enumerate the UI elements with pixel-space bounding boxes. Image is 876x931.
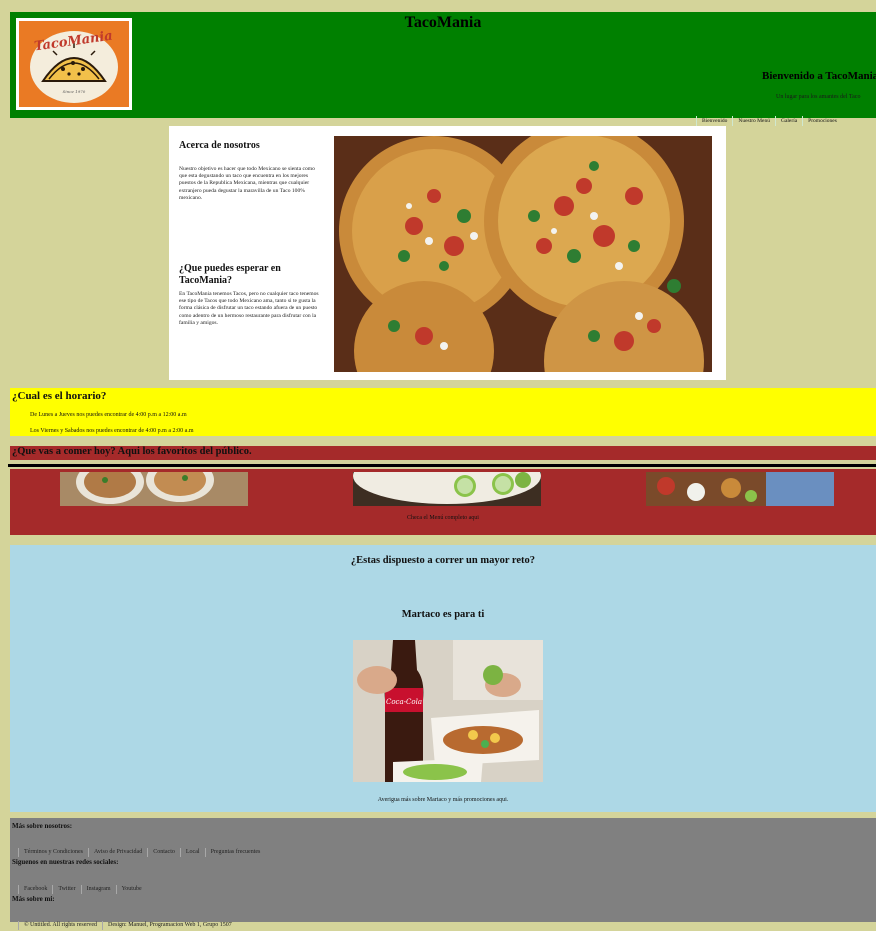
expect-title: ¿Que puedes esperar en TacoMania? xyxy=(179,263,281,286)
favorites-gallery: Checa el Menú completo aqui xyxy=(10,469,876,535)
site-header: TacoMania Since 1970 TacoMania Bienvenid… xyxy=(10,12,876,126)
tacos-photo xyxy=(334,136,712,372)
expect-paragraph: En TacoMania tenemos Tacos, pero no cual… xyxy=(179,291,319,326)
logo-tagline: Since 1970 xyxy=(63,89,86,94)
martaco-link[interactable]: Averigua más sobre Martaco y más promoci… xyxy=(10,797,876,803)
martaco-section: ¿Estas dispuesto a correr un mayor reto?… xyxy=(10,545,876,812)
schedule-section: ¿Cual es el horario? De Lunes a Jueves n… xyxy=(10,388,876,436)
about-paragraph: Nuestro objetivo es hacer que todo Mexic… xyxy=(179,166,315,201)
footer-link-contacto[interactable]: Contacto xyxy=(147,848,180,857)
footer-link-privacidad[interactable]: Aviso de Privacidad xyxy=(88,848,147,857)
coca-cola-label: Coca-Cola xyxy=(386,698,422,706)
footer-credits: © Untitled. All rights reserved Design: M… xyxy=(18,913,237,931)
taco-logo-icon: TacoMania Since 1970 xyxy=(30,29,118,103)
nav-item-galeria[interactable]: Galería xyxy=(774,116,802,126)
footer-about-links: Términos y Condiciones Aviso de Privacida… xyxy=(18,840,265,858)
nav-item-menu[interactable]: Nuestro Menú xyxy=(732,116,775,126)
divider xyxy=(8,464,876,467)
main-nav: Bienvenido Nuestro Menú Galería Promociones xyxy=(696,109,842,127)
footer-social-links: Facebook Twitter Instagram Youtube xyxy=(18,877,147,895)
welcome-title: Bienvenido a TacoMania xyxy=(762,70,876,82)
footer-link-local[interactable]: Local xyxy=(179,848,205,857)
footer-design-credit: Design: Manuel, Programacion Web 1, Grup… xyxy=(102,921,237,930)
footer-link-faq[interactable]: Preguntas frecuentes xyxy=(204,848,266,857)
full-menu-link[interactable]: Checa el Menú completo aqui xyxy=(10,515,876,521)
footer-copyright: © Untitled. All rights reserved xyxy=(18,921,102,930)
about-section: Acerca de nosotros Nuestro objetivo es h… xyxy=(169,126,726,380)
schedule-title: ¿Cual es el horario? xyxy=(12,390,107,402)
schedule-line-weekdays: De Lunes a Jueves nos puedes encontrar d… xyxy=(30,412,187,418)
favorites-title: ¿Que vas a comer hoy? Aqui los favoritos… xyxy=(12,446,252,457)
challenge-title: ¿Estas dispuesto a correr un mayor reto? xyxy=(350,555,536,566)
about-title: Acerca de nosotros xyxy=(179,140,260,151)
nav-item-bienvenido[interactable]: Bienvenido xyxy=(696,116,732,126)
footer-social-title: Siguenos en nuestras redes sociales: xyxy=(12,858,119,866)
footer-link-terminos[interactable]: Términos y Condiciones xyxy=(18,848,88,857)
martaco-photo: Coca-Cola xyxy=(353,640,543,782)
welcome-subtitle: Un lugar para los amantes del Taco xyxy=(776,94,861,100)
favorite-dish-photo[interactable] xyxy=(646,472,834,506)
footer-link-twitter[interactable]: Twitter xyxy=(52,885,80,894)
footer-me-title: Más sobre mi: xyxy=(12,895,55,903)
nav-item-promociones[interactable]: Promociones xyxy=(802,116,842,126)
footer-link-instagram[interactable]: Instagram xyxy=(80,885,116,894)
footer-link-youtube[interactable]: Youtube xyxy=(115,885,147,894)
footer-link-facebook[interactable]: Facebook xyxy=(18,885,52,894)
favorites-header: ¿Que vas a comer hoy? Aqui los favoritos… xyxy=(10,446,876,460)
schedule-line-weekend: Los Viernes y Sabados nos puedes encontr… xyxy=(30,428,194,434)
favorite-dish-photo[interactable] xyxy=(353,472,541,506)
footer-about-title: Más sobre nosotros: xyxy=(12,822,73,830)
site-footer: Más sobre nosotros: Términos y Condicion… xyxy=(10,818,876,930)
brand-title: TacoMania xyxy=(404,14,482,31)
favorite-dish-photo[interactable] xyxy=(60,472,248,506)
martaco-title: Martaco es para ti xyxy=(401,609,485,620)
